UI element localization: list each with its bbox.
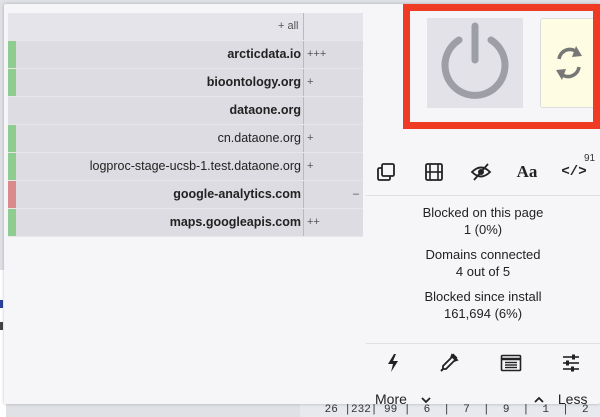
more-label: More [375, 391, 407, 407]
firewall-divider [303, 181, 304, 208]
firewall-all-row[interactable]: + all [8, 13, 363, 41]
chevron-down-icon [421, 397, 431, 404]
firewall-row[interactable]: google-analytics.com – [8, 181, 363, 209]
fonts-label: Aa [516, 162, 538, 181]
blocked-page-label: Blocked on this page [422, 205, 544, 220]
toolbar-tools [366, 350, 600, 374]
logger-button[interactable] [495, 350, 527, 376]
firewall-pane: + all arcticdata.io +++ bioontology.org + da… [8, 13, 363, 237]
firewall-status-indicator [8, 69, 16, 96]
element-zapper-button[interactable] [377, 350, 409, 376]
firewall-divider [303, 41, 304, 68]
firewall-divider [303, 209, 304, 236]
firewall-row[interactable]: maps.googleapis.com ++ [8, 209, 363, 237]
blocked-install-label: Blocked since install [424, 289, 542, 304]
firewall-status-indicator [8, 181, 16, 208]
firewall-hostname: logproc-stage-ucsb-1.test.dataone.org [89, 159, 301, 173]
list-window-icon [500, 354, 522, 372]
firewall-hostname: cn.dataone.org [217, 131, 301, 145]
no-fonts-toggle[interactable]: Aa [511, 159, 543, 185]
less-label: Less [557, 391, 588, 407]
firewall-hostname: dataone.org [229, 103, 301, 117]
firewall-hostname: arcticdata.io [227, 47, 301, 61]
power-icon [441, 22, 509, 99]
power-button[interactable] [427, 18, 523, 108]
eye-slash-icon [470, 163, 492, 181]
no-scripts-toggle[interactable]: </> 91 [558, 153, 595, 185]
firewall-divider [303, 153, 304, 180]
scripts-count: 91 [584, 153, 596, 164]
firewall-status-indicator [8, 97, 16, 124]
divider [366, 343, 600, 344]
firewall-row[interactable]: cn.dataone.org + [8, 125, 363, 153]
background-text-mark [0, 322, 3, 330]
firewall-request-count: + [307, 76, 314, 88]
background-link-mark [0, 300, 3, 308]
firewall-hostname: google-analytics.com [173, 187, 301, 201]
firewall-status-indicator [8, 125, 16, 152]
firewall-request-count: + [307, 160, 314, 172]
blocked-page-value: 1 (0%) [463, 222, 503, 237]
sliders-icon [563, 354, 579, 372]
toolbar-per-site: Aa </> 91 [366, 153, 600, 185]
firewall-request-count: +++ [307, 48, 327, 60]
film-icon [425, 163, 443, 181]
firewall-request-count: ++ [307, 216, 320, 228]
firewall-all-count: + all [278, 20, 299, 32]
refresh-icon [556, 46, 582, 80]
stats-panel: Blocked on this page 1 (0%) Domains conn… [366, 204, 600, 330]
firewall-divider [303, 97, 304, 124]
firewall-divider [303, 125, 304, 152]
firewall-request-count: + [307, 132, 314, 144]
ublock-popup: + all arcticdata.io +++ bioontology.org + da… [4, 4, 600, 407]
element-picker-button[interactable] [433, 350, 465, 376]
blocked-install-value: 161,694 (6%) [443, 306, 523, 321]
chevron-up-icon [534, 396, 544, 403]
no-cosmetic-toggle[interactable] [465, 159, 497, 185]
no-popups-toggle[interactable] [370, 159, 402, 185]
firewall-hostname: maps.googleapis.com [169, 215, 301, 229]
firewall-status-indicator [8, 153, 16, 180]
eyedropper-icon [440, 353, 459, 372]
scripts-label: </> [561, 164, 587, 180]
more-button[interactable]: More [375, 391, 431, 407]
refresh-button[interactable] [540, 18, 598, 108]
firewall-row[interactable]: arcticdata.io +++ [8, 41, 363, 69]
firewall-request-count: – [352, 188, 359, 200]
firewall-row[interactable]: logproc-stage-ucsb-1.test.dataone.org + [8, 153, 363, 181]
firewall-status-indicator [8, 41, 16, 68]
no-media-toggle[interactable] [418, 159, 450, 185]
firewall-divider [303, 69, 304, 96]
firewall-row[interactable]: dataone.org [8, 97, 363, 125]
lightning-icon [388, 354, 398, 372]
firewall-divider [303, 13, 304, 40]
divider [366, 195, 600, 196]
firewall-status-indicator [8, 209, 16, 236]
less-button[interactable]: Less [534, 391, 587, 407]
dashboard-button[interactable] [555, 350, 587, 376]
popup-block-icon [377, 163, 395, 181]
firewall-row[interactable]: bioontology.org + [8, 69, 363, 97]
domains-label: Domains connected [425, 247, 541, 262]
firewall-hostname: bioontology.org [206, 75, 301, 89]
domains-value: 4 out of 5 [455, 264, 511, 279]
